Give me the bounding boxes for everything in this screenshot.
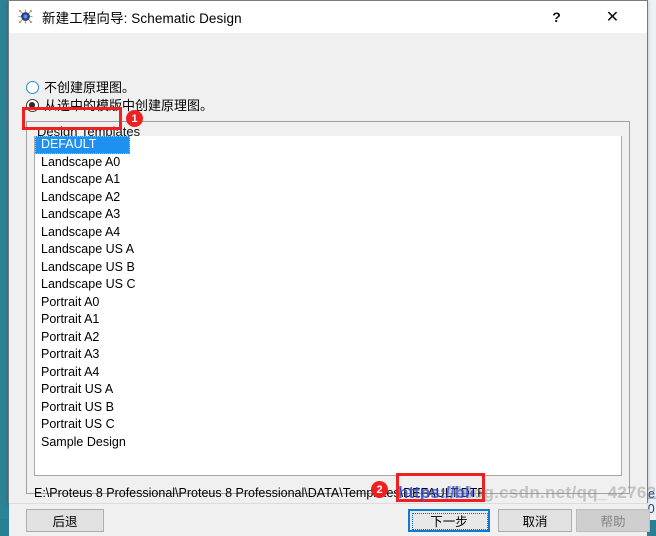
template-list-item[interactable]: Landscape A1 (35, 171, 621, 189)
template-list-item[interactable]: Portrait A4 (35, 364, 621, 382)
help-button: 帮助 (576, 509, 650, 532)
template-list-item[interactable]: Landscape A0 (35, 154, 621, 172)
template-list-item[interactable]: Portrait US A (35, 381, 621, 399)
template-list-item[interactable]: Portrait A0 (35, 294, 621, 312)
templates-listbox[interactable]: DEFAULT Landscape A0 Landscape A1 Landscape… (34, 136, 622, 476)
template-list-item[interactable]: Landscape US A (35, 241, 621, 259)
radio-no-schematic[interactable]: 不创建原理图。 (26, 81, 135, 94)
template-list-item[interactable]: Landscape A4 (35, 224, 621, 242)
template-list-item[interactable]: Portrait US B (35, 399, 621, 417)
template-list-item[interactable]: Landscape US B (35, 259, 621, 277)
title-help-button[interactable]: ? (534, 1, 579, 32)
template-list-item[interactable]: Portrait A2 (35, 329, 621, 347)
new-project-wizard-dialog: 新建工程向导: Schematic Design ? ✕ 不创建原理图。 从选中… (8, 0, 650, 536)
template-list-item[interactable]: Sample Design (35, 434, 621, 452)
dialog-title-bar: 新建工程向导: Schematic Design ? ✕ (9, 1, 647, 33)
cancel-button[interactable]: 取消 (498, 509, 572, 532)
radio-from-template-label: 从选中的模版中创建原理图。 (44, 98, 214, 113)
next-button[interactable]: 下一步 (408, 509, 490, 532)
template-list-item[interactable]: Portrait A3 (35, 346, 621, 364)
template-list-item[interactable]: Portrait A1 (35, 311, 621, 329)
proteus-logo-icon (17, 8, 34, 25)
dialog-title: 新建工程向导: Schematic Design (42, 10, 242, 26)
radio-no-schematic-label: 不创建原理图。 (44, 80, 136, 95)
radio-from-template[interactable]: 从选中的模版中创建原理图。 (26, 99, 213, 112)
dialog-body: 不创建原理图。 从选中的模版中创建原理图。 Design Templates D… (9, 33, 650, 536)
back-button[interactable]: 后退 (26, 509, 104, 532)
template-list-item[interactable]: Landscape A3 (35, 206, 621, 224)
template-list-item[interactable]: Landscape US C (35, 276, 621, 294)
dialog-footer: 后退 下一步 取消 帮助 (9, 503, 650, 536)
template-list-item[interactable]: DEFAULT (35, 136, 130, 154)
radio-button-selected-icon[interactable] (26, 99, 39, 112)
template-list-item[interactable]: Portrait US C (35, 416, 621, 434)
close-icon[interactable]: ✕ (590, 1, 635, 32)
template-list-item[interactable]: Landscape A2 (35, 189, 621, 207)
selected-template-path: E:\Proteus 8 Professional\Proteus 8 Prof… (34, 486, 485, 500)
radio-button-icon[interactable] (26, 81, 39, 94)
